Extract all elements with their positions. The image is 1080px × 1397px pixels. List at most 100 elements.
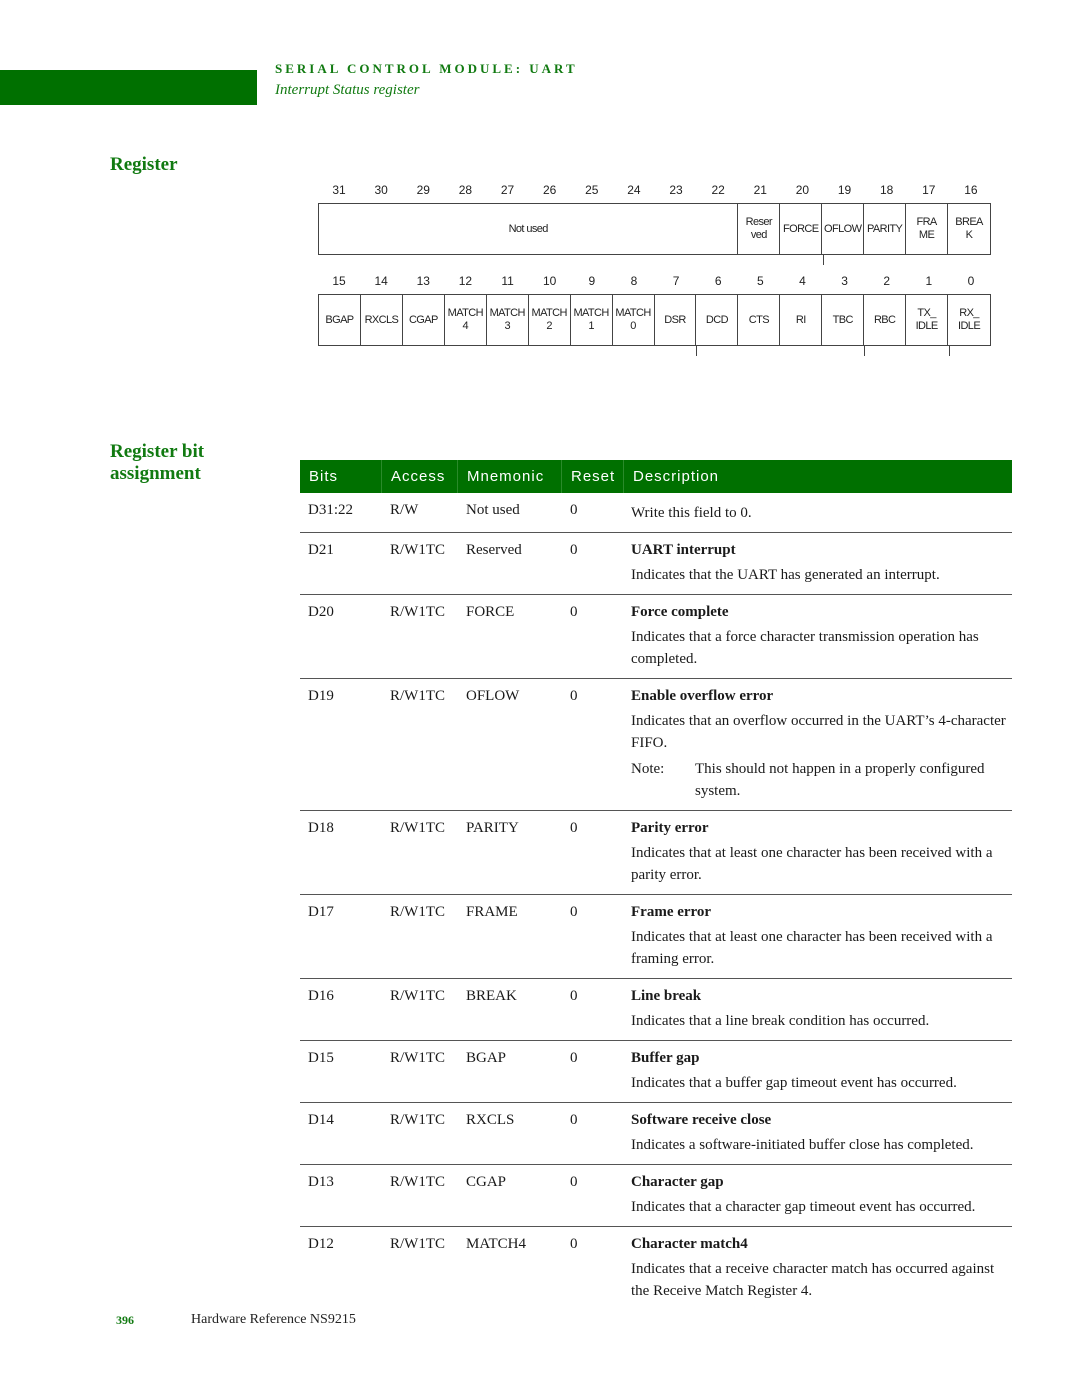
bit-assignment-heading: Register bit assignment [110, 441, 205, 484]
bit-number: 3 [841, 274, 848, 288]
bit-number: 10 [543, 274, 557, 288]
table-row: D15 R/W1TC BGAP 0 Buffer gap Indicates that a… [300, 1041, 1012, 1103]
cell-description: Frame error Indicates that at least one c… [624, 901, 1012, 970]
cell-access: R/W1TC [390, 820, 445, 836]
cell-description: Character gap Indicates that a character … [624, 1171, 1012, 1218]
bit-number: 17 [922, 183, 936, 197]
cell-reset: 0 [570, 988, 578, 1004]
description-note: Note: This should not happen in a properl… [631, 758, 1006, 802]
cell-access: R/W1TC [390, 1112, 445, 1128]
column-header-access: Access [382, 460, 458, 493]
description-text: Indicates that a character gap timeout e… [631, 1199, 976, 1215]
description-title: Software receive close [631, 1112, 772, 1128]
cell-description: Line break Indicates that a line break co… [624, 985, 1012, 1032]
bit-number: 0 [967, 274, 975, 288]
cell-description: Character match4 Indicates that a receive… [624, 1233, 1012, 1302]
bit-number: 19 [837, 183, 852, 197]
bit-number: 27 [500, 183, 515, 197]
register-field: MATCH 2 [529, 295, 571, 345]
cell-reset: 0 [570, 1236, 578, 1252]
cell-access: R/W1TC [390, 542, 445, 558]
bit-number: 16 [964, 183, 978, 197]
table-header: Bits Access Mnemonic Reset Description [300, 460, 1012, 493]
document-title: Hardware Reference NS9215 [191, 1312, 356, 1327]
register-field: TX_ IDLE [906, 295, 949, 345]
cell-reset: 0 [570, 1050, 578, 1066]
bit-number: 6 [714, 274, 722, 288]
cell-description: Force complete Indicates that a force cha… [624, 601, 1012, 670]
description-title: Force complete [631, 604, 729, 620]
register-field: MATCH 1 [571, 295, 613, 345]
lower-bit-numbers: 15 14 13 12 11 10 9 8 7 6 5 4 3 2 1 0 [318, 274, 992, 290]
divider-tick [864, 346, 865, 356]
cell-access: R/W1TC [390, 1050, 445, 1066]
cell-access: R/W [390, 502, 419, 518]
cell-mnemonic: Reserved [466, 542, 522, 558]
register-field: OFLOW [822, 204, 865, 254]
table-row: D14 R/W1TC RXCLS 0 Software receive close Ind… [300, 1103, 1012, 1165]
register-field: DCD [696, 295, 739, 345]
cell-reset: 0 [570, 502, 578, 518]
register-field: MATCH 3 [487, 295, 529, 345]
cell-description: UART interrupt Indicates that the UART ha… [624, 539, 1012, 586]
cell-description: Parity error Indicates that at least one … [624, 817, 1012, 886]
cell-reset: 0 [570, 1112, 578, 1128]
bit-number: 26 [543, 183, 557, 197]
register-field: PARITY [864, 204, 907, 254]
bit-number: 12 [458, 274, 473, 288]
upper-register-row: Not used Reser ved FORCE OFLOW PARITY FRA ME B… [318, 203, 991, 255]
description-title: Frame error [631, 904, 712, 920]
section-subtitle: Interrupt Status register [275, 82, 420, 98]
register-field: DSR [655, 295, 697, 345]
cell-bits: D14 [308, 1112, 334, 1128]
chapter-title: SERIAL CONTROL MODULE: UART [275, 61, 578, 76]
register-field: CGAP [403, 295, 445, 345]
bit-number: 24 [627, 183, 641, 197]
description-text: Indicates that a force character transmi… [631, 629, 979, 667]
note-text: This should not happen in a properly con… [695, 761, 985, 799]
column-header-reset: Reset [562, 460, 624, 493]
description-text: Indicates that a receive character match… [631, 1261, 995, 1299]
description-text: Indicates that a line break condition ha… [631, 1013, 930, 1029]
table-row: D21 R/W1TC Reserved 0 UART interrupt Indicate… [300, 533, 1012, 595]
bit-number: 22 [711, 183, 725, 197]
cell-access: R/W1TC [390, 988, 445, 1004]
bit-number: 29 [416, 183, 430, 197]
register-field: TBC [822, 295, 865, 345]
cell-mnemonic: PARITY [466, 820, 519, 836]
bit-number: 5 [756, 274, 764, 288]
bit-number: 28 [458, 183, 473, 197]
register-field: BREA K [955, 216, 983, 241]
description-text: Write this field to 0. [631, 505, 752, 521]
bit-number: 11 [501, 274, 514, 288]
table-row: D12 R/W1TC MATCH4 0 Character match4 Indicate… [300, 1227, 1012, 1310]
header-green-bar [0, 70, 257, 105]
description-title: Buffer gap [631, 1050, 700, 1066]
divider-tick [696, 346, 697, 356]
bit-number: 1 [925, 274, 933, 288]
register-field: Reser ved [738, 204, 781, 254]
bit-number: 21 [753, 183, 767, 197]
table-body: D31:22 R/W Not used 0 Write this field to 0.… [300, 493, 1012, 1310]
description-text: Indicates a software-initiated buffer cl… [631, 1137, 974, 1153]
bit-number: 30 [374, 183, 388, 197]
cell-mnemonic: FRAME [466, 904, 518, 920]
cell-bits: D21 [308, 542, 334, 558]
cell-mnemonic: CGAP [466, 1174, 507, 1190]
bit-number: 4 [799, 274, 806, 288]
cell-reset: 0 [570, 604, 578, 620]
cell-access: R/W1TC [390, 1174, 445, 1190]
description-text: Indicates that at least one character ha… [631, 929, 993, 967]
cell-reset: 0 [570, 1174, 578, 1190]
description-title: Parity error [631, 820, 709, 836]
register-field: RBC [864, 295, 907, 345]
bit-number: 9 [588, 274, 596, 288]
column-header-mnemonic: Mnemonic [458, 460, 562, 493]
upper-bit-numbers: 31 30 29 28 27 26 25 24 23 22 21 20 19 18 17 16 [318, 183, 992, 199]
register-field: BGAP [319, 295, 361, 345]
column-header-description: Description [633, 468, 720, 485]
divider-tick [823, 255, 824, 265]
cell-description: Buffer gap Indicates that a buffer gap ti… [624, 1047, 1012, 1094]
bit-number: 18 [880, 183, 894, 197]
cell-mnemonic: OFLOW [466, 688, 520, 704]
